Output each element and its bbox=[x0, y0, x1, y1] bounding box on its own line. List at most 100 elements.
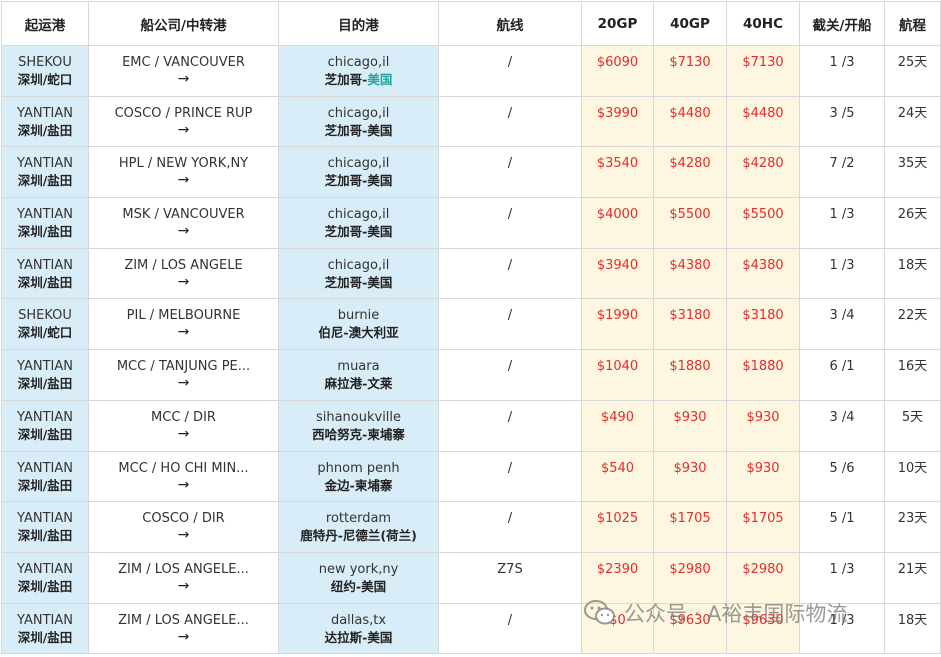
price-40gp-value: $7130 bbox=[669, 55, 711, 70]
carrier-transit: MCC / DIR bbox=[151, 409, 216, 425]
table-row[interactable]: YANTIAN 深圳/盐田 COSCO / DIR → rotterdam 鹿特丹-尼德兰… bbox=[1, 501, 941, 553]
route-code: Z7S bbox=[497, 561, 523, 577]
table-row[interactable]: YANTIAN 深圳/盐田 MCC / DIR → sihanoukville 西哈努克-… bbox=[1, 399, 941, 452]
origin-port-en: YANTIAN bbox=[17, 257, 73, 273]
route-cell: / bbox=[438, 95, 582, 148]
destination-cn-part: 芝加哥-美国 bbox=[324, 173, 393, 189]
table-row[interactable]: YANTIAN 深圳/盐田 MSK / VANCOUVER → chicago,il 芝加… bbox=[1, 197, 941, 249]
transit-cell: 23天 bbox=[884, 501, 941, 553]
carrier-transit: MCC / TANJUNG PE... bbox=[116, 359, 251, 375]
route-code: / bbox=[507, 359, 513, 375]
transit-time: 26天 bbox=[897, 207, 928, 223]
table-row[interactable]: YANTIAN 深圳/盐田 ZIM / LOS ANGELE... → dallas,t… bbox=[1, 602, 941, 655]
table-row[interactable]: YANTIAN 深圳/盐田 ZIM / LOS ANGELE → chicago,il 芝… bbox=[1, 247, 941, 300]
transit-time: 18天 bbox=[897, 257, 928, 273]
table-row[interactable]: YANTIAN 深圳/盐田 MCC / TANJUNG PE... → muara 麻拉港… bbox=[1, 349, 941, 401]
price-40hc: $3180 bbox=[726, 298, 800, 351]
origin-port-cn: 深圳/盐田 bbox=[17, 629, 73, 645]
cutoff-sailing: 5 /1 bbox=[829, 511, 855, 527]
price-40hc-value: $3180 bbox=[742, 308, 784, 324]
price-40hc-value: $9630 bbox=[742, 612, 784, 628]
origin-port-en: YANTIAN bbox=[17, 156, 73, 172]
origin-cell: SHEKOU 深圳/蛇口 bbox=[1, 298, 89, 351]
carrier-cell: ZIM / LOS ANGELE → bbox=[88, 247, 279, 300]
price-40hc: $7130 bbox=[726, 45, 800, 97]
price-40hc-value: $930 bbox=[746, 409, 780, 425]
route-code: / bbox=[507, 55, 513, 70]
origin-port-cn: 深圳/盐田 bbox=[17, 224, 73, 240]
origin-cell: YANTIAN 深圳/盐田 bbox=[1, 450, 89, 503]
price-40gp: $1705 bbox=[653, 501, 727, 553]
destination-cn-part: 鹿特丹-尼德兰(荷兰) bbox=[300, 528, 417, 544]
table-body: SHEKOU 深圳/蛇口 EMC / VANCOUVER → chicago,il 芝加哥… bbox=[1, 45, 941, 655]
origin-port-cn: 深圳/蛇口 bbox=[17, 325, 73, 341]
destination-cn-part: 芝加哥-美国 bbox=[324, 122, 393, 138]
destination-port-en: burnie bbox=[337, 308, 380, 324]
carrier-cell: MSK / VANCOUVER → bbox=[88, 197, 279, 249]
origin-port-cn: 深圳/盐田 bbox=[17, 173, 73, 189]
route-cell: / bbox=[438, 602, 582, 655]
table-row[interactable]: YANTIAN 深圳/盐田 MCC / HO CHI MIN... → phnom pe… bbox=[1, 450, 941, 503]
route-code: / bbox=[507, 105, 513, 121]
destination-port-cn: 达拉斯-美国 bbox=[279, 629, 438, 646]
price-40hc-value: $5500 bbox=[742, 207, 784, 223]
table-row[interactable]: SHEKOU 深圳/蛇口 PIL / MELBOURNE → burnie 伯尼-澳大利亚… bbox=[1, 298, 941, 351]
transit-time: 21天 bbox=[897, 561, 928, 577]
route-cell: / bbox=[438, 247, 582, 300]
price-40gp-value: $2980 bbox=[669, 561, 711, 577]
arrow-icon: → bbox=[177, 324, 190, 341]
price-40hc: $930 bbox=[726, 399, 800, 452]
price-40gp: $5500 bbox=[653, 197, 727, 249]
destination-cell: chicago,il 芝加哥-美国 bbox=[278, 197, 439, 249]
destination-cell: new york,ny 纽约-美国 bbox=[278, 551, 439, 604]
origin-cell: YANTIAN 深圳/盐田 bbox=[1, 602, 89, 655]
schedule-cell: 6 /1 bbox=[799, 349, 885, 401]
origin-port-cn: 深圳/盐田 bbox=[17, 477, 73, 493]
route-cell: / bbox=[438, 298, 582, 351]
price-40hc-value: $7130 bbox=[742, 55, 784, 70]
price-40gp: $9630 bbox=[653, 602, 727, 655]
cutoff-sailing: 3 /4 bbox=[829, 308, 855, 324]
route-cell: / bbox=[438, 197, 582, 249]
destination-port-cn: 金边-柬埔寨 bbox=[279, 477, 438, 494]
table-row[interactable]: YANTIAN 深圳/盐田 HPL / NEW YORK,NY → chicago,il… bbox=[1, 146, 941, 199]
carrier-transit: MCC / HO CHI MIN... bbox=[118, 460, 249, 476]
destination-cn-part: 芝加哥- bbox=[324, 72, 368, 87]
route-cell: / bbox=[438, 45, 582, 97]
price-40hc: $930 bbox=[726, 450, 800, 503]
price-40gp-value: $4280 bbox=[669, 156, 711, 172]
transit-time: 23天 bbox=[897, 511, 928, 527]
destination-port-en: chicago,il bbox=[327, 55, 390, 70]
destination-cell: chicago,il 芝加哥-美国 bbox=[278, 146, 439, 199]
transit-cell: 35天 bbox=[884, 146, 941, 199]
price-40hc-value: $4480 bbox=[742, 105, 784, 121]
transit-time: 5天 bbox=[901, 409, 924, 425]
price-40gp: $1880 bbox=[653, 349, 727, 401]
transit-cell: 18天 bbox=[884, 247, 941, 300]
price-20gp-value: $540 bbox=[600, 460, 635, 476]
arrow-icon: → bbox=[177, 628, 190, 645]
origin-port-en: YANTIAN bbox=[17, 105, 73, 121]
price-20gp-value: $2390 bbox=[596, 561, 639, 577]
table-row[interactable]: YANTIAN 深圳/盐田 ZIM / LOS ANGELE... → new york… bbox=[1, 551, 941, 604]
destination-cell: muara 麻拉港-文莱 bbox=[278, 349, 439, 401]
route-code: / bbox=[507, 207, 513, 223]
destination-port-cn: 芝加哥-美国 bbox=[279, 71, 438, 88]
transit-cell: 18天 bbox=[884, 602, 941, 655]
destination-port-en: new york,ny bbox=[318, 561, 399, 577]
origin-port-cn: 深圳/蛇口 bbox=[17, 72, 73, 87]
arrow-icon: → bbox=[177, 577, 190, 594]
destination-port-en: phnom penh bbox=[317, 460, 400, 476]
table-row[interactable]: YANTIAN 深圳/盐田 COSCO / PRINCE RUP → chicago,i… bbox=[1, 95, 941, 148]
price-40gp: $4380 bbox=[653, 247, 727, 300]
table-row[interactable]: SHEKOU 深圳/蛇口 EMC / VANCOUVER → chicago,il 芝加哥… bbox=[1, 45, 941, 97]
header-carrier: 船公司/中转港 bbox=[88, 1, 279, 46]
cutoff-sailing: 1 /3 bbox=[829, 561, 855, 577]
destination-port-en: chicago,il bbox=[327, 257, 390, 273]
carrier-cell: COSCO / DIR → bbox=[88, 501, 279, 553]
carrier-cell: MCC / TANJUNG PE... → bbox=[88, 349, 279, 401]
transit-cell: 22天 bbox=[884, 298, 941, 351]
arrow-icon: → bbox=[177, 223, 190, 240]
destination-port-cn: 鹿特丹-尼德兰(荷兰) bbox=[279, 527, 438, 544]
price-40gp-value: $4380 bbox=[669, 257, 711, 273]
